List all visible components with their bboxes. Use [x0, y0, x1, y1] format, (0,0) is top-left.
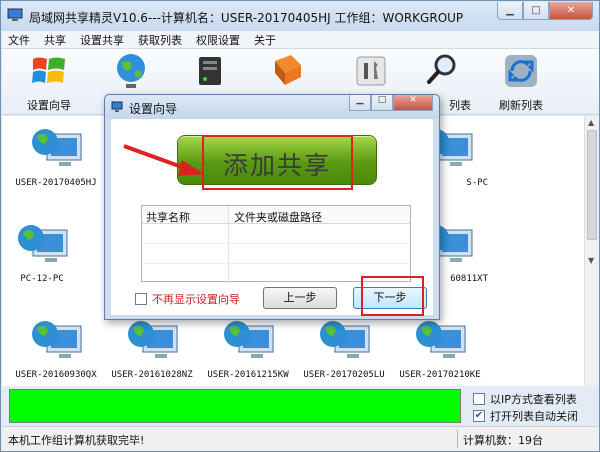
window-title: 局域网共享精灵V10.6---计算机名：USER-20170405HJ 工作组：… [29, 11, 464, 25]
menu-permissions[interactable]: 权限设置 [196, 32, 240, 48]
computer-item[interactable]: USER-20170210KE [390, 314, 490, 380]
scroll-up-icon[interactable]: ▲ [588, 118, 594, 127]
auto-close-label: 打开列表自动关闭 [490, 410, 578, 423]
highlight-box-add-share [202, 135, 353, 190]
computer-name: PC-12-PC [20, 274, 64, 284]
view-by-ip-label: 以IP方式查看列表 [490, 393, 577, 406]
prev-button[interactable]: 上一步 [263, 287, 337, 309]
status-message: 本机工作组计算机获取完毕! [8, 434, 145, 447]
table-row-line [142, 263, 410, 264]
dialog-title: 设置向导 [129, 102, 178, 116]
computer-globe-icon [18, 225, 68, 262]
computer-item[interactable]: PC-12-PC [2, 218, 92, 284]
menu-file[interactable]: 文件 [8, 32, 30, 48]
dialog-app-icon [111, 101, 123, 112]
computer-globe-icon [32, 321, 82, 358]
app-icon [7, 8, 23, 21]
computer-item[interactable]: USER-20160930QX [6, 314, 106, 380]
computer-name: USER-20170205LU [303, 370, 385, 380]
refresh-list-button[interactable]: 刷新列表 [486, 51, 556, 113]
red-arrow-icon [123, 144, 204, 176]
magnifier-icon [427, 54, 456, 84]
book-icon [275, 55, 301, 85]
status-bar: 本机工作组计算机获取完毕! 计算机数：19台 [2, 426, 599, 451]
computer-globe-icon [416, 321, 466, 358]
scroll-thumb[interactable] [587, 130, 597, 240]
menu-bar: 文件 共享 设置共享 获取列表 权限设置 关于 [2, 31, 599, 49]
menu-set-share[interactable]: 设置共享 [80, 32, 124, 48]
setup-wizard-button[interactable]: 设置向导 [14, 51, 84, 113]
computer-name: USER-20161028NZ [111, 370, 193, 380]
column-divider [228, 206, 229, 283]
setup-wizard-label: 设置向导 [27, 99, 71, 112]
computer-item[interactable]: USER-20170405HJ [6, 122, 106, 188]
refresh-icon [505, 55, 537, 87]
dialog-minimize-button[interactable]: ▁ [349, 95, 371, 111]
dialog-maximize-button[interactable]: □ [371, 95, 393, 111]
refresh-list-label: 刷新列表 [499, 99, 543, 112]
computer-name: USER-20170405HJ [15, 178, 97, 188]
computer-item[interactable]: USER-20161028NZ [102, 314, 202, 380]
table-row-line [142, 243, 410, 244]
computer-name: USER-20170210KE [399, 370, 481, 380]
checkbox-box[interactable] [135, 293, 147, 305]
share-table[interactable]: 共享名称 文件夹或磁盘路径 [141, 205, 411, 283]
col-share-name[interactable]: 共享名称 [146, 209, 190, 225]
close-button[interactable]: ✕ [549, 2, 593, 20]
share-table-header: 共享名称 文件夹或磁盘路径 [142, 206, 410, 224]
computer-item[interactable]: USER-20170205LU [294, 314, 394, 380]
menu-share[interactable]: 共享 [44, 32, 66, 48]
tools-icon [356, 56, 386, 86]
computer-count: 计算机数：19台 [463, 434, 543, 447]
computer-name: USER-20160930QX [15, 370, 97, 380]
minimize-button[interactable]: ▁ [497, 2, 523, 20]
status-separator [457, 430, 458, 448]
progress-bar [9, 389, 461, 423]
windows-logo-icon [32, 57, 65, 83]
computer-globe-icon [320, 321, 370, 358]
checkbox-box[interactable] [473, 393, 485, 405]
globe-icon [117, 54, 145, 88]
no-show-label: 不再显示设置向导 [152, 293, 240, 306]
auto-close-checkbox[interactable]: ✔ 打开列表自动关闭 [473, 408, 578, 424]
list-label: 列表 [449, 99, 471, 112]
computer-name: USER-20161215KW [207, 370, 289, 380]
computer-globe-icon [224, 321, 274, 358]
highlight-box-next [361, 276, 424, 316]
menu-about[interactable]: 关于 [254, 32, 276, 48]
menu-get-list[interactable]: 获取列表 [138, 32, 182, 48]
dialog-close-button[interactable]: ✕ [393, 95, 433, 111]
computer-item[interactable]: USER-20161215KW [198, 314, 298, 380]
col-folder-path[interactable]: 文件夹或磁盘路径 [234, 209, 322, 225]
no-show-checkbox[interactable]: 不再显示设置向导 [135, 291, 240, 307]
scroll-down-icon[interactable]: ▼ [588, 256, 594, 384]
dialog-title-bar[interactable]: 设置向导 ▁ □ ✕ [105, 95, 439, 119]
computer-globe-icon [32, 129, 82, 166]
maximize-button[interactable]: □ [523, 2, 549, 20]
checkbox-checked-icon[interactable]: ✔ [473, 410, 485, 422]
server-icon [199, 57, 221, 85]
view-by-ip-checkbox[interactable]: 以IP方式查看列表 [473, 391, 577, 407]
computer-globe-icon [128, 321, 178, 358]
vertical-scrollbar[interactable]: ▲ ▼ [584, 116, 599, 386]
